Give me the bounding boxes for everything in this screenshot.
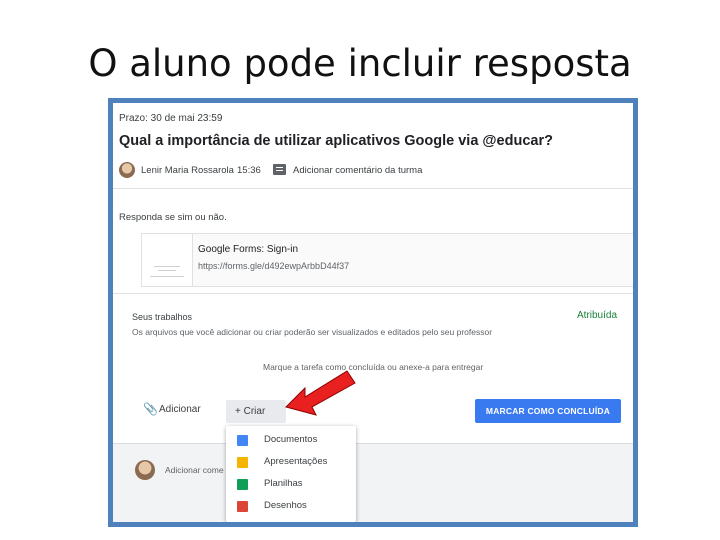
status-badge: Atribuída [577,310,618,321]
menu-item-documents[interactable]: Documentos [226,430,356,452]
drawings-icon [237,501,248,512]
menu-item-label: Apresentações [264,456,328,467]
form-thumbnail [142,234,193,286]
slides-icon [237,457,248,468]
deadline-text: Prazo: 30 de mai 23:59 [119,113,223,124]
private-comment-input[interactable]: Adicionar come [165,465,224,475]
header-divider [113,188,633,189]
class-comment-link[interactable]: Adicionar comentário da turma [293,165,422,176]
slide-title: O aluno pode incluir resposta [88,42,632,85]
attachment-title[interactable]: Google Forms: Sign-in [198,244,298,255]
private-comment-area [113,443,633,522]
create-button-label: + Criar [235,406,266,417]
author-name: Lenir Maria Rossarola [141,165,234,176]
assignment-title: Qual a importância de utilizar aplicativ… [119,133,553,149]
create-menu: Documentos Apresentações Planilhas Desen… [226,426,356,522]
menu-item-drawings[interactable]: Desenhos [226,496,356,518]
attachment-card[interactable]: Google Forms: Sign-in https://forms.gle/… [141,233,633,287]
instructions-text: Responda se sim ou não. [119,212,227,223]
menu-item-label: Documentos [264,434,318,445]
docs-icon [237,435,248,446]
post-time: 15:36 [237,165,261,176]
student-avatar [135,460,155,480]
menu-item-presentations[interactable]: Apresentações [226,452,356,474]
menu-item-spreadsheets[interactable]: Planilhas [226,474,356,496]
paperclip-icon: 📎 [143,402,158,416]
your-work-description: Os arquivos que você adicionar ou criar … [132,327,493,337]
create-button[interactable]: + Criar [226,400,286,423]
author-avatar [119,162,135,178]
red-arrow-annotation [285,370,356,416]
mark-done-button[interactable]: MARCAR COMO CONCLUÍDA [475,399,621,423]
add-button[interactable]: Adicionar [159,404,201,415]
your-work-heading: Seus trabalhos [132,312,193,322]
menu-item-label: Desenhos [264,500,307,511]
sheets-icon [237,479,248,490]
attachment-url: https://forms.gle/d492ewpArbbD44f37 [198,261,350,271]
classroom-screenshot: Prazo: 30 de mai 23:59 Qual a importânci… [108,98,638,527]
comment-icon [273,164,286,175]
menu-item-label: Planilhas [264,478,303,489]
